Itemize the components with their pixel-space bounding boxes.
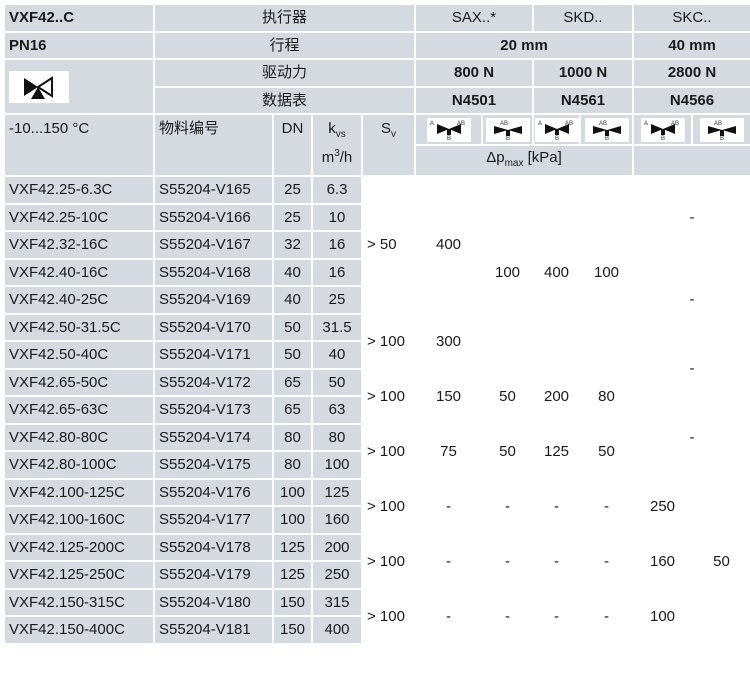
sv-header: Sv xyxy=(360,113,417,177)
mixing-flow-icon: A AB B xyxy=(640,117,685,142)
svg-text:B: B xyxy=(720,136,724,142)
table-row: VXF42.25-6.3C S55204-V165 25 6.3 > 50 40… xyxy=(3,175,750,370)
stroke-label: 行程 xyxy=(152,30,417,60)
stroke-sax-skd: 20 mm xyxy=(414,30,635,60)
sv-group-6: > 100 xyxy=(360,532,417,590)
actuator-sax: SAX..* xyxy=(414,3,535,33)
table-row: VXF42.150-315C S55204-V180 150 315 > 100… xyxy=(3,587,750,645)
valve-symbol-cell xyxy=(3,58,155,115)
valve-spec-table: VXF42..C 执行器 SAX..* SKD.. SKC.. PN16 行程 … xyxy=(3,3,750,645)
mixing-flow-icon: A AB B xyxy=(535,117,579,142)
sv-group-4: > 100 xyxy=(360,422,417,480)
kvs-header: kvs m3/h xyxy=(311,113,363,177)
dp-skc-250: 250 xyxy=(632,477,694,535)
datasheet-sax: N4501 xyxy=(414,85,535,115)
dp-sax-group-2: 300 xyxy=(414,312,484,370)
sv-group-2: > 100 xyxy=(360,312,417,370)
mixing-flow-icon: A AB B xyxy=(426,117,471,142)
dp-skc-dash-2: - xyxy=(632,257,750,342)
table-row: VXF42.100-125C S55204-V176 100 125 > 100… xyxy=(3,477,750,645)
force-label: 驱动力 xyxy=(152,58,417,88)
datasheet-skc: N4566 xyxy=(632,85,750,115)
dp-sax-group-1: 400 xyxy=(414,175,484,315)
flow-symbol-4: AB B xyxy=(579,112,635,147)
sv-group-3: > 100 xyxy=(360,367,417,425)
force-sax: 800 N xyxy=(414,58,535,88)
actuator-skc: SKC.. xyxy=(632,3,750,33)
pressure-rating: PN16 xyxy=(3,30,155,60)
dp-max-label: Δpmax [kPa] xyxy=(414,144,635,177)
force-skd: 1000 N xyxy=(532,58,635,88)
diverting-flow-icon: AB B xyxy=(485,117,530,142)
part-number-header: 物料编号 xyxy=(153,113,274,177)
dp-skc-blank xyxy=(632,144,750,177)
diverting-flow-icon: AB B xyxy=(699,117,744,142)
dp-skc-dash-4: - xyxy=(632,395,750,480)
header-row-stroke: PN16 行程 20 mm 40 mm xyxy=(3,30,750,60)
header-row-actuator: VXF42..C 执行器 SAX..* SKD.. SKC.. xyxy=(3,3,750,33)
dn-header: DN xyxy=(272,113,313,177)
sv-group-7: > 100 xyxy=(360,587,417,645)
dp-skd2-top: 400 xyxy=(532,175,582,370)
svg-text:A: A xyxy=(430,121,434,127)
diverting-flow-icon: AB B xyxy=(584,117,629,142)
svg-text:AB: AB xyxy=(599,121,607,127)
flow-symbol-2: AB B xyxy=(481,112,535,147)
dp-skd3-top: 100 xyxy=(579,175,635,370)
dp-skc-right: 50 xyxy=(691,477,750,645)
sv-group-1: > 50 xyxy=(360,175,417,315)
subheader-row: -10...150 °C 物料编号 DN kvs m3/h Sv A AB B … xyxy=(3,112,750,177)
svg-text:B: B xyxy=(661,136,665,142)
flow-symbol-5: A AB B xyxy=(632,112,694,147)
dp-skc-dash-3: - xyxy=(632,340,750,397)
flow-symbol-1: A AB B xyxy=(414,112,484,147)
header-row-force: 驱动力 800 N 1000 N 2800 N xyxy=(3,58,750,115)
svg-text:B: B xyxy=(555,136,559,142)
svg-text:A: A xyxy=(538,121,542,127)
datasheet-skd: N4561 xyxy=(532,85,635,115)
dp-skd1-top: 100 xyxy=(481,175,535,370)
flow-symbol-3: A AB B xyxy=(532,112,582,147)
sv-group-5: > 100 xyxy=(360,477,417,535)
svg-text:AB: AB xyxy=(714,121,722,127)
three-way-valve-icon xyxy=(24,75,53,99)
datasheet-label: 数据表 xyxy=(152,85,417,115)
actuator-label: 执行器 xyxy=(152,3,417,33)
dp-skc-160: 160 xyxy=(632,532,694,590)
temperature-range: -10...150 °C xyxy=(3,113,155,177)
svg-text:A: A xyxy=(644,121,648,127)
dp-skc-top-dash: - xyxy=(632,175,750,260)
model-label: VXF42..C xyxy=(3,3,155,33)
stroke-skc: 40 mm xyxy=(632,30,750,60)
actuator-skd: SKD.. xyxy=(532,3,635,33)
flow-symbol-6: AB B xyxy=(691,112,750,147)
force-skc: 2800 N xyxy=(632,58,750,88)
dp-skc-100: 100 xyxy=(632,587,694,645)
svg-text:B: B xyxy=(506,136,510,142)
svg-text:B: B xyxy=(605,136,609,142)
svg-text:AB: AB xyxy=(500,121,508,127)
svg-text:B: B xyxy=(447,136,451,142)
table-row: VXF42.125-200C S55204-V178 125 200 > 100… xyxy=(3,532,750,590)
